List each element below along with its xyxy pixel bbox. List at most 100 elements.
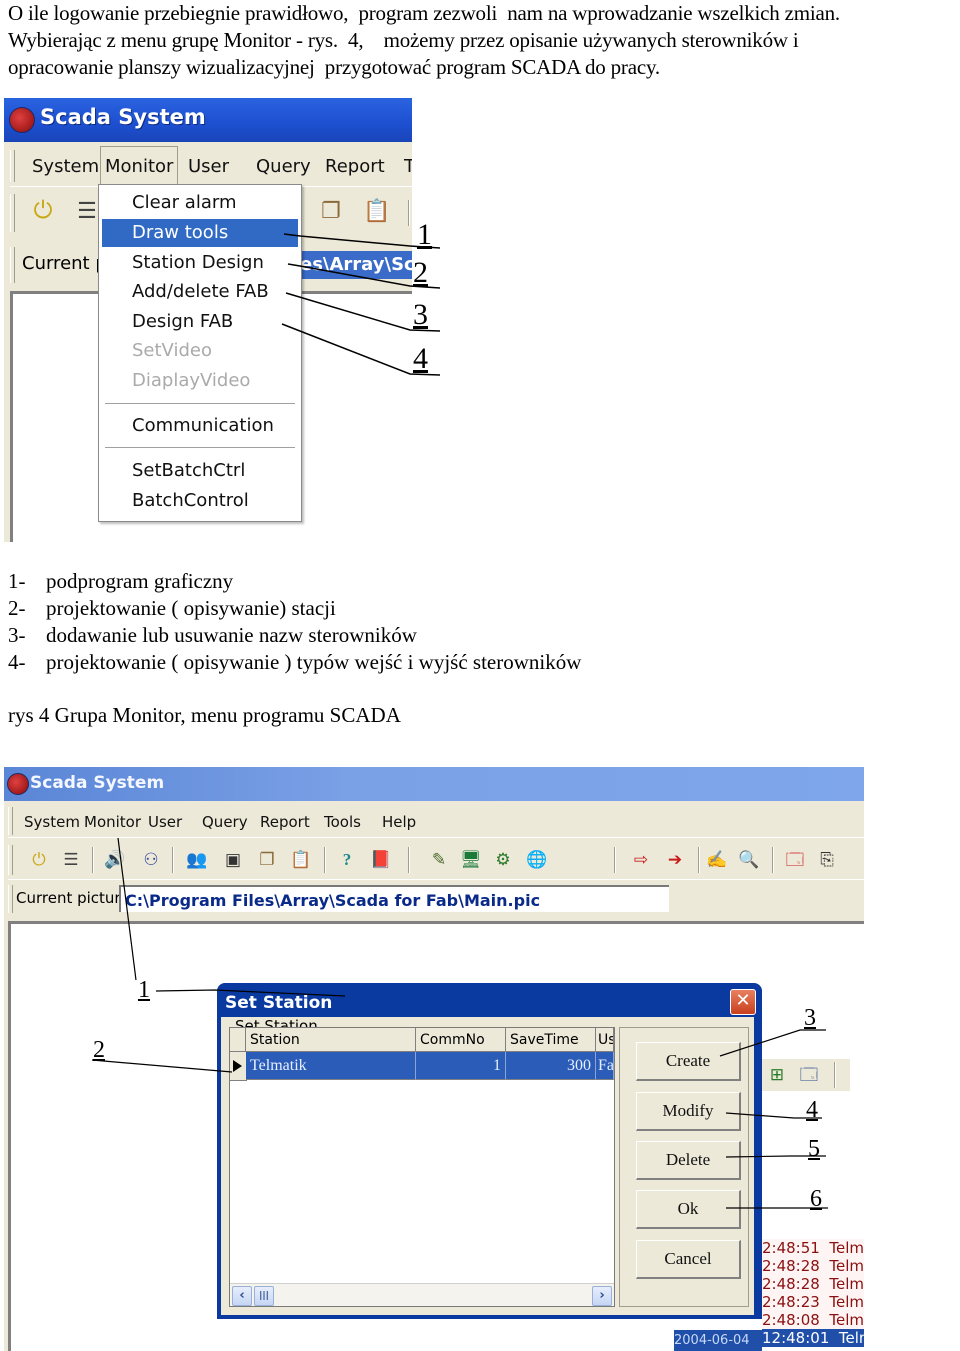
toolbar-grip[interactable]: [10, 194, 15, 232]
window-icon[interactable]: 🗔: [798, 1064, 820, 1086]
monitor-icon[interactable]: 🖥: [460, 849, 482, 871]
menu-monitor[interactable]: Monitor: [84, 813, 141, 831]
horizontal-scrollbar[interactable]: ‹ ||| ›: [230, 1283, 614, 1306]
menu-system[interactable]: System: [24, 813, 80, 831]
callout-number: 1: [417, 218, 432, 251]
scroll-left-icon[interactable]: ‹: [232, 1286, 252, 1306]
copy-icon[interactable]: ⎘: [816, 849, 838, 871]
app-logo-icon: [9, 107, 35, 133]
ok-button[interactable]: Ok: [636, 1190, 741, 1229]
close-icon[interactable]: ✕: [730, 989, 756, 1015]
column-header-savetime[interactable]: SaveTime: [506, 1028, 596, 1052]
app-logo-icon: [7, 773, 29, 795]
callout-number: 3: [413, 298, 428, 331]
power-icon[interactable]: ⏻: [28, 849, 50, 871]
menu-help[interactable]: Help: [382, 813, 416, 831]
alarm-row[interactable]: 2:48:23 Telma: [762, 1293, 864, 1311]
list-icon[interactable]: ☰: [76, 200, 98, 222]
windows-icon[interactable]: ❐: [320, 200, 342, 222]
modify-button[interactable]: Modify: [636, 1092, 741, 1131]
cell-station[interactable]: Telmatik: [246, 1052, 416, 1080]
dialog-title: Set Station: [225, 993, 333, 1013]
toolbar-grip[interactable]: [8, 845, 13, 875]
camera-icon[interactable]: ▣: [222, 849, 244, 871]
menu-item-setbatchctrl[interactable]: SetBatchCtrl: [102, 457, 298, 485]
column-header-station[interactable]: Station: [246, 1028, 416, 1052]
cell-commno[interactable]: 1: [416, 1052, 506, 1080]
toolbar-grip[interactable]: [834, 1062, 836, 1088]
current-picture-field[interactable]: es\Array\Sc: [300, 251, 412, 279]
menu-user[interactable]: User: [188, 156, 229, 177]
search-icon[interactable]: 🔍: [738, 849, 760, 871]
arrow-right-icon[interactable]: ➔: [664, 849, 686, 871]
globe-icon[interactable]: 🌐: [526, 849, 548, 871]
menu-query[interactable]: Query: [256, 156, 311, 177]
toolbar-grip[interactable]: [8, 885, 13, 913]
menu-system[interactable]: System: [32, 156, 99, 177]
legend-number: 1-: [8, 569, 26, 593]
column-header-us[interactable]: Us: [596, 1028, 614, 1052]
callout-number: 2: [93, 1037, 105, 1063]
alarm-row[interactable]: 2:48:51 Telma: [762, 1239, 864, 1257]
toolbar-separator: [92, 847, 94, 873]
title-bar: Scada System: [4, 98, 412, 142]
table-row[interactable]: Telmatik 1 300 Fa: [230, 1052, 614, 1080]
tree-icon[interactable]: ⊞: [766, 1064, 788, 1086]
current-picture-field[interactable]: C:\Program Files\Array\Scada for Fab\Mai…: [119, 885, 669, 912]
callout-number: 4: [413, 342, 428, 375]
menu-item-setvideo: SetVideo: [132, 340, 212, 361]
menu-report[interactable]: Report: [260, 813, 310, 831]
menu-item-draw-tools[interactable]: Draw tools: [102, 219, 298, 247]
clipboard-icon[interactable]: 📋: [363, 200, 390, 222]
toolbar-separator: [324, 847, 326, 873]
menu-user[interactable]: User: [148, 813, 182, 831]
alarm-row[interactable]: 2:48:08 Telma: [762, 1311, 864, 1329]
speaker-icon[interactable]: 🔊: [104, 849, 126, 871]
export-icon[interactable]: ⇨: [630, 849, 652, 871]
menu-tools[interactable]: Tools: [324, 813, 361, 831]
menu-item-design-fab[interactable]: Design FAB: [102, 308, 298, 336]
menu-item-station-design[interactable]: Station Design: [102, 249, 298, 277]
delete-button[interactable]: Delete: [636, 1141, 741, 1180]
menu-separator: [105, 403, 295, 404]
intro-line: O ile logowanie przebiegnie prawidłowo, …: [8, 1, 840, 25]
book-icon[interactable]: 📕: [370, 849, 392, 871]
window-icon[interactable]: 🗔: [784, 849, 806, 871]
column-header-commno[interactable]: CommNo: [416, 1028, 506, 1052]
power-icon[interactable]: ⏻: [32, 199, 54, 223]
menu-item-batchcontrol[interactable]: BatchControl: [102, 487, 298, 515]
toolbar-grip[interactable]: [10, 247, 15, 283]
window-title: Scada System: [30, 773, 165, 793]
help-icon[interactable]: ?: [336, 849, 358, 871]
menu-query[interactable]: Query: [202, 813, 248, 831]
list-icon[interactable]: ☰: [60, 849, 82, 871]
create-button[interactable]: Create: [636, 1042, 741, 1081]
cell-savetime[interactable]: 300: [506, 1052, 596, 1080]
toolbar-grip[interactable]: [10, 150, 15, 182]
menu-monitor[interactable]: Monitor: [100, 146, 179, 187]
current-picture-label: Current p: [22, 253, 107, 274]
cancel-button[interactable]: Cancel: [636, 1240, 741, 1279]
network-icon[interactable]: ⚇: [140, 849, 162, 871]
robot-icon[interactable]: ⚙: [492, 849, 514, 871]
menu-item-communication[interactable]: Communication: [102, 412, 298, 440]
pen-icon[interactable]: ✎: [428, 849, 450, 871]
menu-item-clear-alarm[interactable]: Clear alarm: [102, 189, 298, 217]
cell-us[interactable]: Fa: [596, 1052, 614, 1080]
users-icon[interactable]: 👥: [186, 849, 208, 871]
alarm-row[interactable]: 2:48:28 Telma: [762, 1275, 864, 1293]
alarm-row[interactable]: 2:48:28 Telma: [762, 1257, 864, 1275]
legend-text: dodawanie lub usuwanie nazw sterowników: [46, 623, 417, 647]
menu-report[interactable]: Report: [325, 156, 385, 177]
clipboard-icon[interactable]: 📋: [290, 849, 312, 871]
dialog-body: Set Station Station CommNo SaveTime Us T…: [221, 1017, 754, 1315]
edit-icon[interactable]: ✍: [706, 849, 728, 871]
menu-item-add-delete-fab[interactable]: Add/delete FAB: [102, 278, 298, 306]
windows-icon[interactable]: ❐: [256, 849, 278, 871]
toolbar-grip[interactable]: [8, 807, 13, 835]
menu-tools[interactable]: T: [404, 156, 412, 177]
scroll-right-icon[interactable]: ›: [592, 1286, 612, 1306]
alarm-row-selected[interactable]: 12:48:01 Telma: [762, 1329, 864, 1347]
callout-number: 1: [138, 977, 150, 1003]
scroll-thumb[interactable]: |||: [254, 1286, 274, 1306]
